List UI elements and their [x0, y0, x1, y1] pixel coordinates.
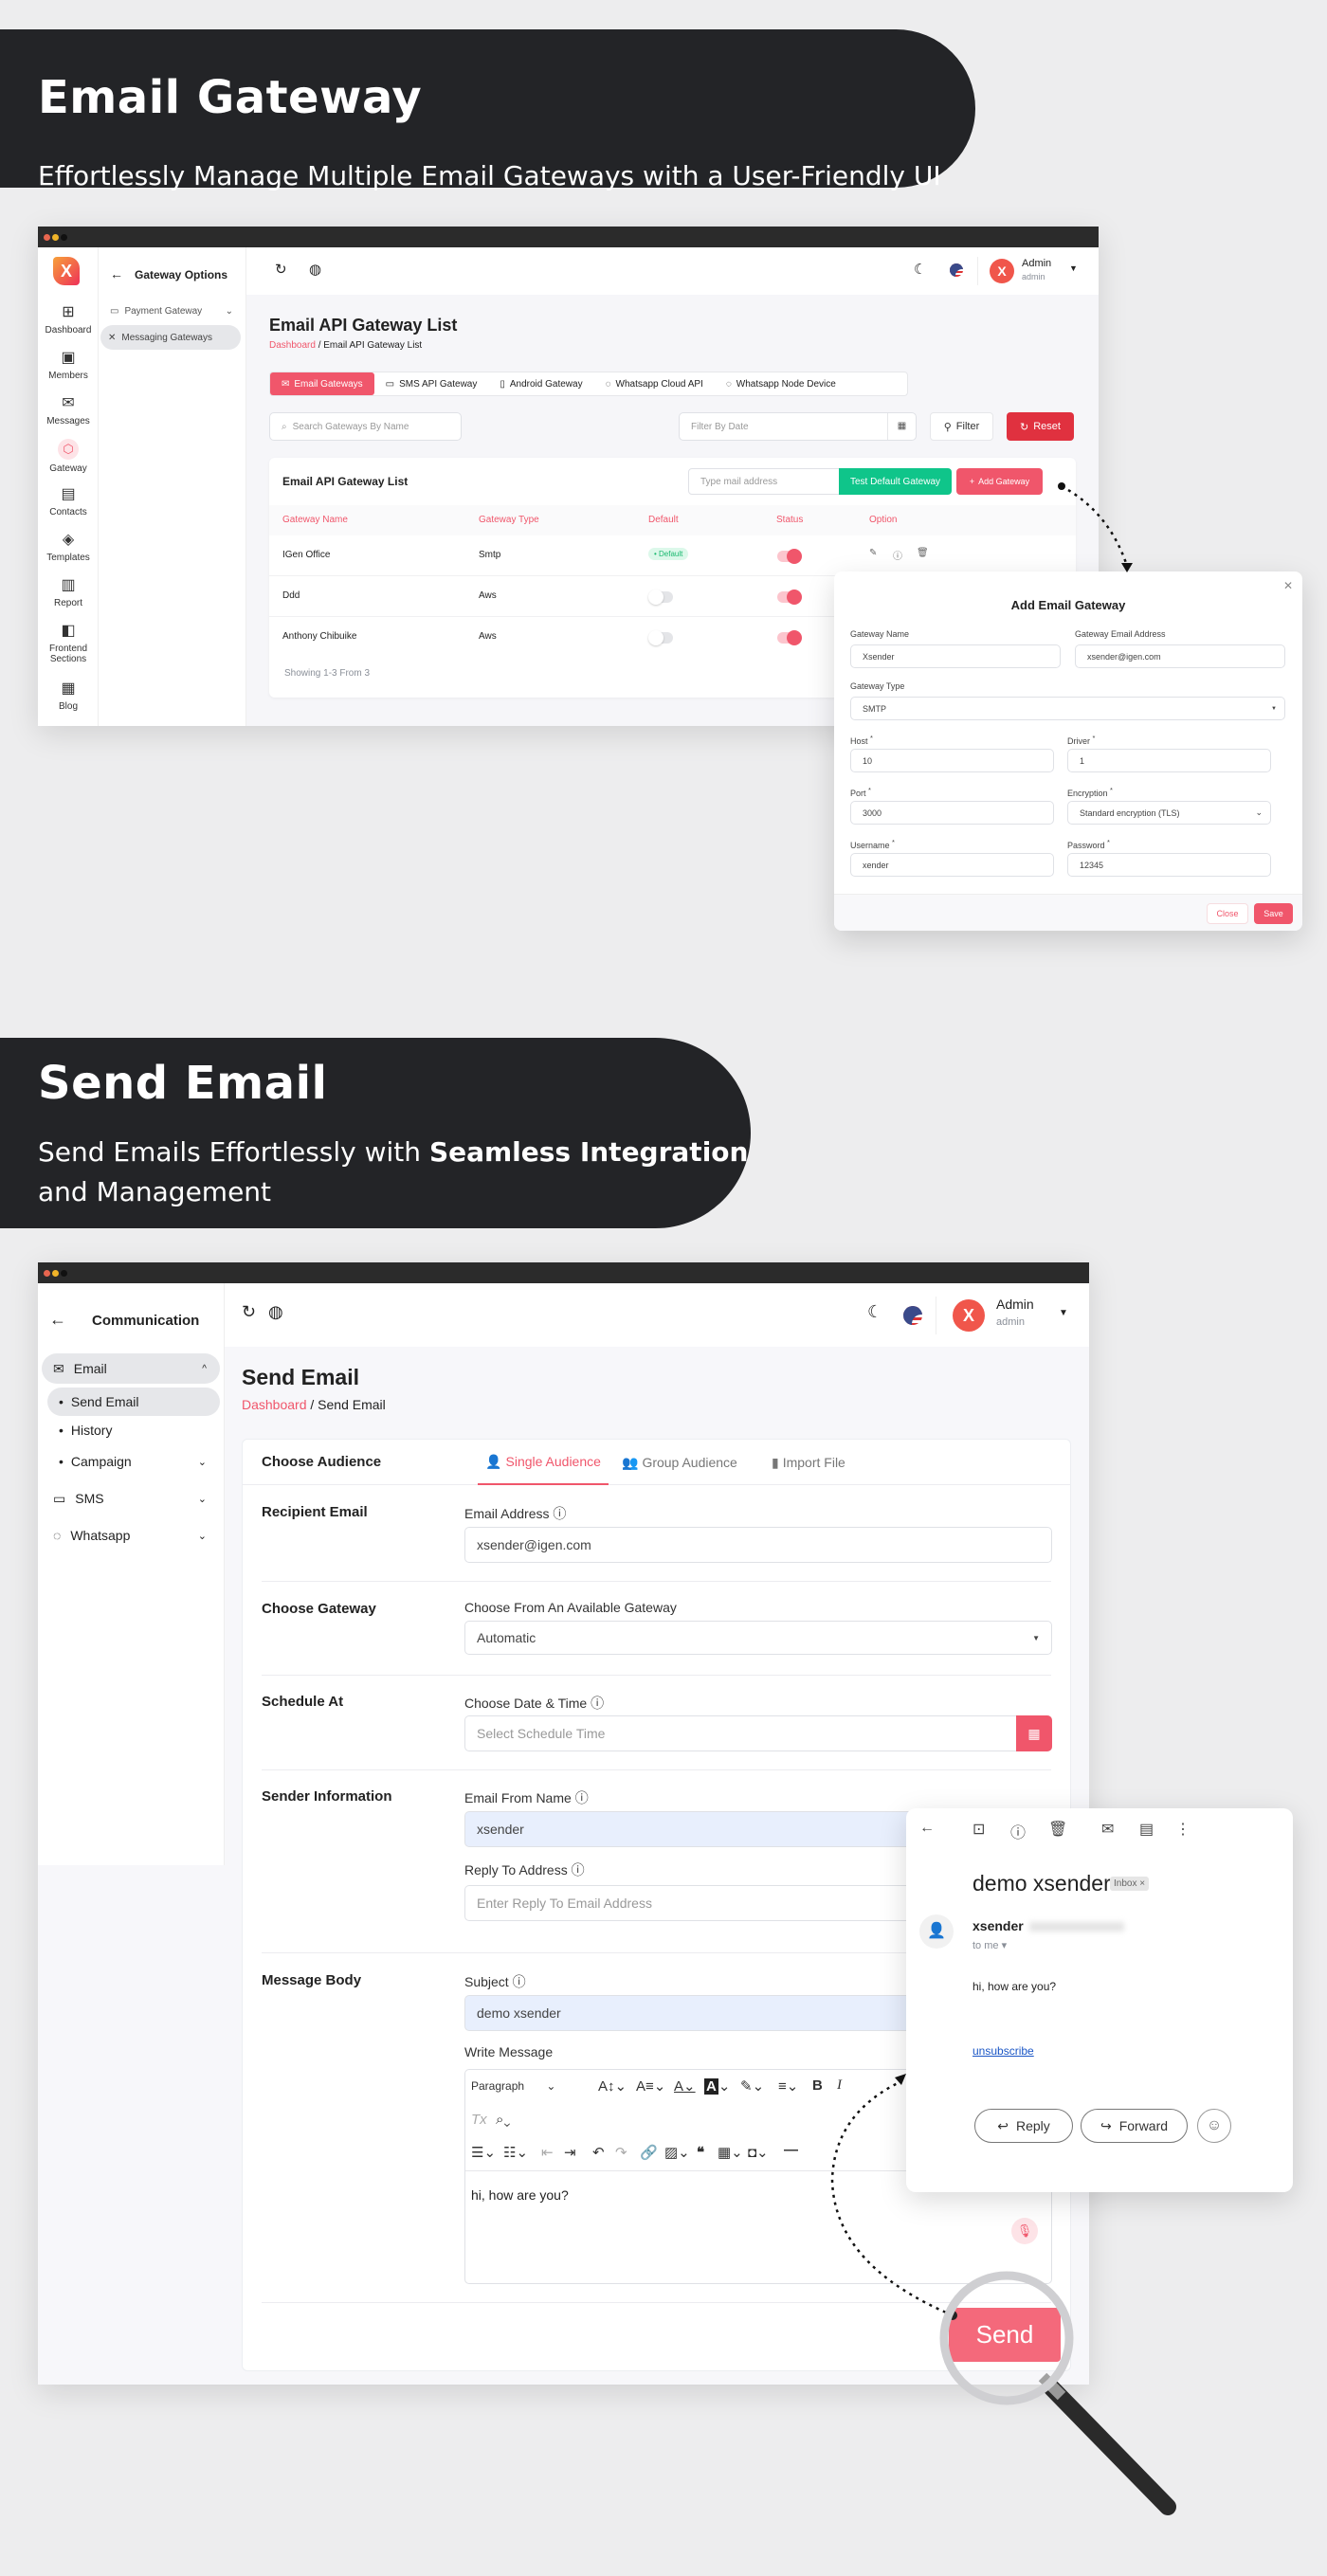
magnifier-handle	[1044, 2380, 1176, 2515]
dashed-arrow-send	[830, 2079, 954, 2317]
dashed-arrow-add-gateway	[1061, 484, 1129, 567]
annotation-overlay	[830, 482, 1176, 2515]
arrow-head	[895, 2074, 906, 2085]
arrow-head	[1121, 563, 1133, 572]
arrow-start-dot	[1058, 482, 1065, 490]
magnifier-lens	[939, 2271, 1074, 2405]
